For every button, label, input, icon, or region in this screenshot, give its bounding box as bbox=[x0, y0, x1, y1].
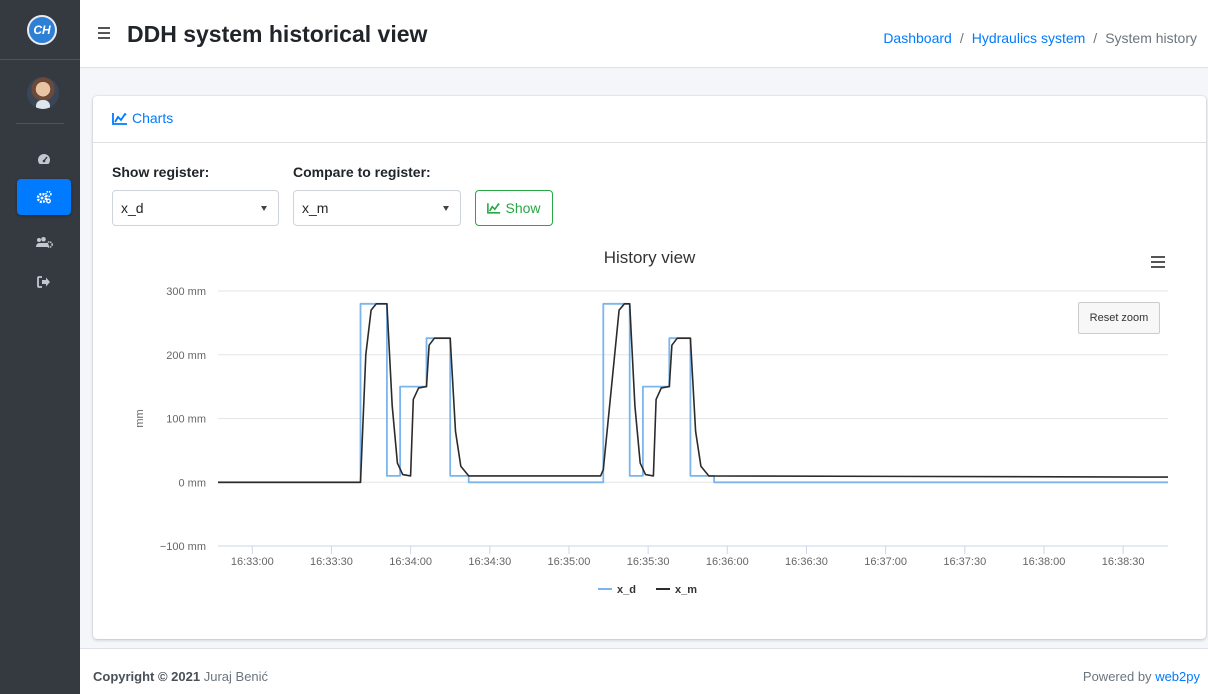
sidebar: CH bbox=[0, 0, 80, 694]
powered-text: Powered by bbox=[1082, 669, 1152, 684]
tachometer-icon bbox=[38, 154, 50, 164]
x-tick-label: 16:33:30 bbox=[310, 556, 353, 568]
y-tick-label: −100 mm bbox=[160, 541, 206, 553]
breadcrumb-dashboard[interactable]: Dashboard bbox=[883, 30, 952, 46]
users-cog-icon bbox=[36, 237, 53, 248]
top-navbar: DDH system historical view Dashboard / H… bbox=[80, 0, 1208, 68]
x-tick-label: 16:36:30 bbox=[785, 556, 828, 568]
nav-dashboard[interactable] bbox=[17, 141, 71, 177]
history-chart[interactable]: −100 mm 0 mm 100 mm 200 mm 300 mm mm 16:33:00 1… bbox=[93, 96, 1206, 616]
copyright-author: Juraj Benić bbox=[203, 669, 269, 684]
copyright-label: Copyright © 2021 bbox=[93, 669, 201, 684]
x-tick-label: 16:34:00 bbox=[389, 556, 432, 568]
sign-out-icon bbox=[37, 276, 50, 288]
legend-label: x_m bbox=[675, 584, 697, 596]
nav-logout[interactable] bbox=[17, 264, 71, 300]
x-tick-label: 16:35:00 bbox=[548, 556, 591, 568]
y-tick-label: 200 mm bbox=[166, 350, 206, 362]
nav-system[interactable] bbox=[17, 179, 71, 215]
x-tick-label: 16:37:30 bbox=[943, 556, 986, 568]
x-tick-label: 16:38:00 bbox=[1023, 556, 1066, 568]
x-tick-label: 16:36:00 bbox=[706, 556, 749, 568]
footer: Copyright © 2021 Juraj Benić Powered by … bbox=[80, 648, 1208, 694]
breadcrumb-separator: / bbox=[1093, 30, 1098, 46]
breadcrumb: Dashboard / Hydraulics system / System h… bbox=[883, 30, 1197, 46]
page-title: DDH system historical view bbox=[127, 21, 428, 47]
x-tick-label: 16:33:00 bbox=[231, 556, 274, 568]
reset-zoom-button[interactable]: Reset zoom bbox=[1078, 302, 1160, 334]
breadcrumb-hydraulics[interactable]: Hydraulics system bbox=[972, 30, 1086, 46]
menu-toggle-icon[interactable] bbox=[98, 27, 110, 39]
breadcrumb-current: System history bbox=[1105, 30, 1197, 46]
cogs-icon bbox=[36, 190, 52, 204]
y-tick-label: 0 mm bbox=[179, 477, 207, 489]
nav-users[interactable] bbox=[17, 224, 71, 260]
x-tick-label: 16:38:30 bbox=[1102, 556, 1145, 568]
powered-by: Powered by web2py bbox=[1083, 669, 1200, 684]
brand-logo[interactable]: CH bbox=[27, 15, 57, 45]
avatar[interactable] bbox=[27, 77, 59, 109]
user-panel bbox=[0, 62, 80, 124]
web2py-link[interactable]: web2py bbox=[1155, 669, 1200, 684]
y-tick-label: 100 mm bbox=[166, 414, 206, 426]
charts-card: Charts Show register: x_d Compare to reg… bbox=[93, 96, 1206, 639]
x-tick-label: 16:37:00 bbox=[864, 556, 907, 568]
copyright: Copyright © 2021 Juraj Benić bbox=[93, 669, 268, 684]
y-axis-title: mm bbox=[134, 409, 146, 427]
breadcrumb-separator: / bbox=[959, 30, 964, 46]
brand[interactable]: CH bbox=[0, 0, 80, 60]
x-tick-label: 16:34:30 bbox=[468, 556, 511, 568]
x-tick-label: 16:35:30 bbox=[627, 556, 670, 568]
legend-label: x_d bbox=[617, 584, 636, 596]
y-tick-label: 300 mm bbox=[166, 286, 206, 298]
